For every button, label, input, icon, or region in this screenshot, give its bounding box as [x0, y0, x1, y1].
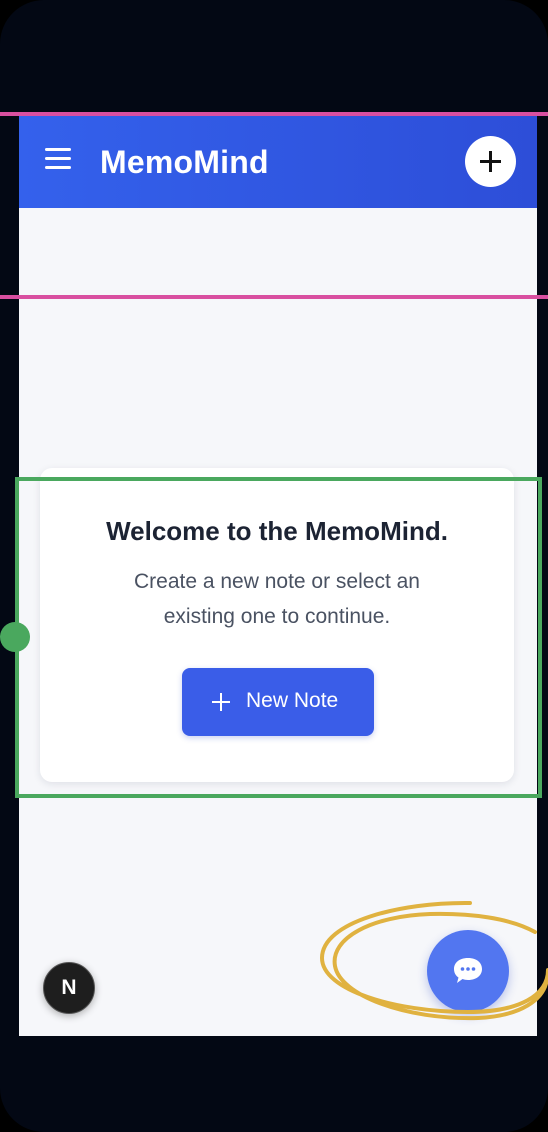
new-note-button[interactable]: New Note — [182, 668, 374, 736]
chat-bubble-icon — [454, 958, 482, 983]
chat-button[interactable] — [427, 930, 509, 1012]
app-screen: MemoMind Welcome to the MemoMind. Create… — [19, 114, 537, 1036]
top-app-bar: MemoMind — [19, 114, 537, 208]
badge-letter: N — [61, 976, 77, 999]
welcome-card: Welcome to the MemoMind. Create a new no… — [40, 468, 514, 782]
welcome-title: Welcome to the MemoMind. — [106, 516, 448, 546]
menu-button[interactable] — [45, 148, 75, 172]
welcome-description: Create a new note or select an existing … — [133, 570, 420, 628]
new-note-label: New Note — [246, 689, 339, 712]
hamburger-menu-icon — [45, 148, 75, 169]
add-note-button[interactable] — [465, 136, 516, 187]
nextjs-dev-badge[interactable]: N — [43, 962, 95, 1014]
app-title: MemoMind — [100, 144, 269, 180]
plus-icon — [480, 151, 501, 172]
device-frame: MemoMind Welcome to the MemoMind. Create… — [0, 0, 548, 1132]
plus-icon — [212, 693, 230, 711]
